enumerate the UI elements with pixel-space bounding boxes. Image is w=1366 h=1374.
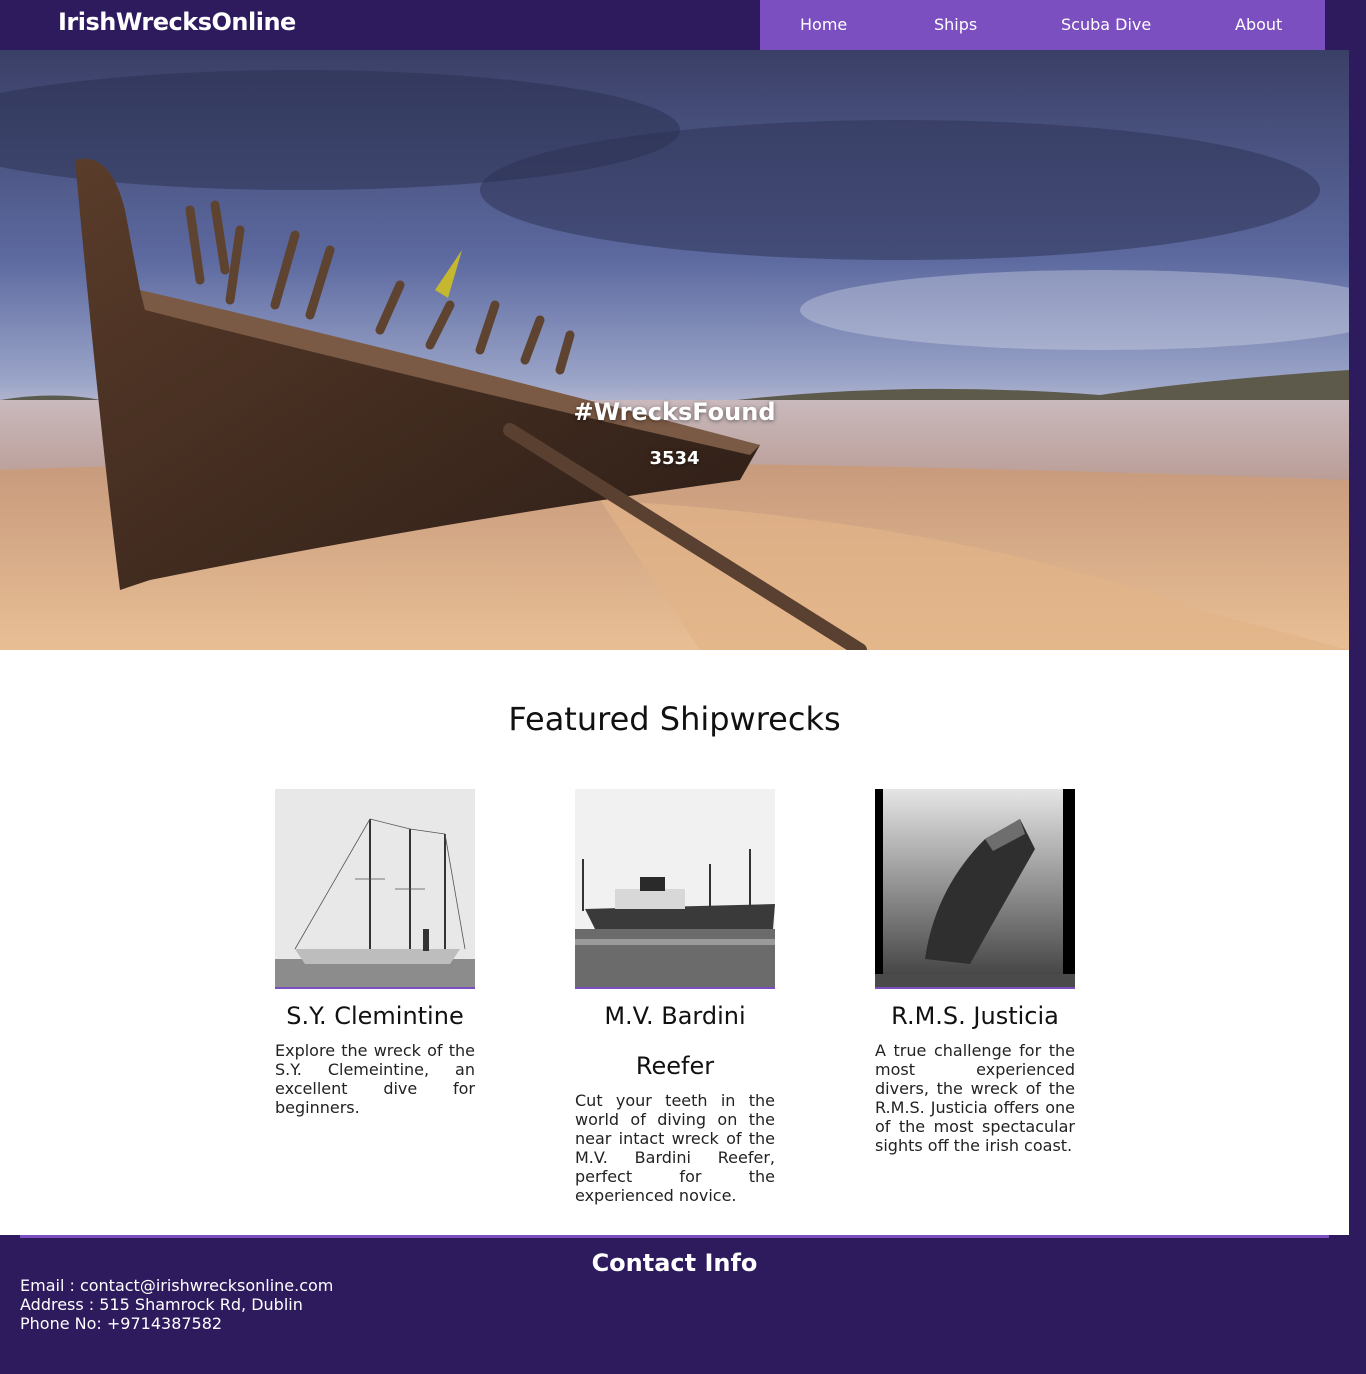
card-title: S.Y. Clemintine bbox=[286, 1002, 464, 1030]
navbar: IrishWrecksOnline Home Ships Scuba Dive … bbox=[0, 0, 1366, 50]
hero-shipwreck-image bbox=[0, 50, 1349, 650]
contact-email[interactable]: Email : contact@irishwrecksonline.com bbox=[20, 1276, 333, 1295]
scrollbar[interactable] bbox=[1349, 50, 1366, 1374]
wrecks-found-count: 3534 bbox=[649, 448, 700, 469]
card-title: M.V. Bardini Reefer bbox=[604, 1002, 746, 1080]
card-image-justicia[interactable] bbox=[875, 789, 1075, 989]
card-title: R.M.S. Justicia bbox=[891, 1002, 1059, 1030]
card-description: Explore the wreck of the S.Y. Clemeintin… bbox=[275, 1041, 475, 1117]
nav-about-link[interactable]: About bbox=[1235, 15, 1282, 34]
card-description: A true challenge for the most experience… bbox=[875, 1041, 1075, 1155]
nav-home-link[interactable]: Home bbox=[800, 15, 847, 34]
brand-logo[interactable]: IrishWrecksOnline bbox=[58, 8, 296, 36]
section-title: Featured Shipwrecks bbox=[508, 700, 841, 738]
nav-scuba-dive-link[interactable]: Scuba Dive bbox=[1061, 15, 1151, 34]
featured-card[interactable]: M.V. Bardini Reefer Cut your teeth in th… bbox=[575, 789, 775, 1205]
nav-links: Home Ships Scuba Dive About bbox=[760, 0, 1325, 50]
footer-title: Contact Info bbox=[591, 1249, 758, 1277]
card-description: Cut your teeth in the world of diving on… bbox=[575, 1091, 775, 1205]
nav-ships-link[interactable]: Ships bbox=[934, 15, 977, 34]
featured-card[interactable]: S.Y. Clemintine Explore the wreck of the… bbox=[275, 789, 475, 1117]
hero-heading: #WrecksFound bbox=[573, 398, 776, 426]
featured-card[interactable]: R.M.S. Justicia A true challenge for the… bbox=[875, 789, 1075, 1155]
footer-divider bbox=[20, 1235, 1329, 1238]
contact-phone: Phone No: +9714387582 bbox=[20, 1314, 223, 1333]
card-image-bardini-reefer[interactable] bbox=[575, 789, 775, 989]
card-image-clemintine[interactable] bbox=[275, 789, 475, 989]
footer: Contact Info Email : contact@irishwrecks… bbox=[0, 1235, 1349, 1374]
contact-address: Address : 515 Shamrock Rd, Dublin bbox=[20, 1295, 303, 1314]
hero-banner: #WrecksFound 3534 bbox=[0, 50, 1349, 650]
